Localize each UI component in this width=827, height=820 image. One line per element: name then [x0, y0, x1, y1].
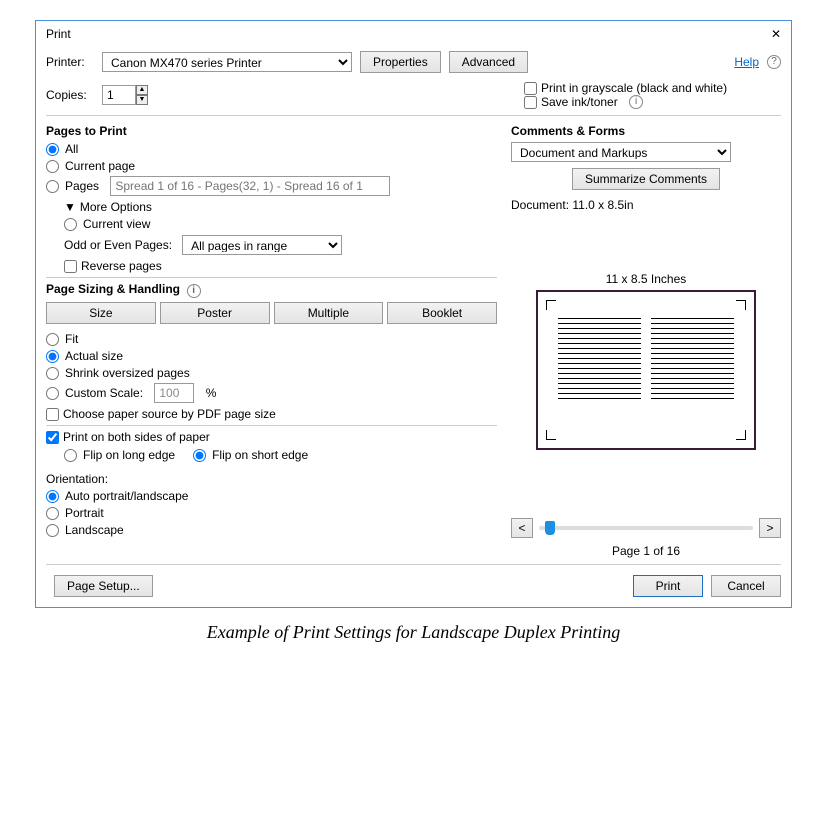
saveink-checkbox[interactable] [524, 96, 537, 109]
figure-caption: Example of Print Settings for Landscape … [10, 622, 817, 643]
orientation-label: Orientation: [46, 472, 497, 486]
preview-slider[interactable] [539, 526, 753, 530]
saveink-check-row[interactable]: Save ink/toner i [524, 95, 727, 109]
shrink-radio[interactable] [46, 367, 59, 380]
comments-forms-select[interactable]: Document and Markups [511, 142, 731, 162]
poster-button[interactable]: Poster [160, 302, 270, 324]
orient-portrait-radio[interactable] [46, 507, 59, 520]
properties-button[interactable]: Properties [360, 51, 441, 73]
window-title: Print [46, 27, 71, 41]
crop-mark-icon [736, 430, 746, 440]
preview-prev-button[interactable]: < [511, 518, 533, 538]
more-options-toggle[interactable]: ▼More Options [64, 200, 497, 214]
orient-landscape-radio[interactable] [46, 524, 59, 537]
printer-label: Printer: [46, 55, 94, 69]
size-button[interactable]: Size [46, 302, 156, 324]
preview-next-button[interactable]: > [759, 518, 781, 538]
document-dimensions: Document: 11.0 x 8.5in [511, 198, 781, 212]
flip-long-radio[interactable] [64, 449, 77, 462]
pages-all-radio[interactable] [46, 143, 59, 156]
sizing-title: Page Sizing & Handling i [46, 282, 497, 298]
titlebar: Print ✕ [36, 21, 791, 47]
page-setup-button[interactable]: Page Setup... [54, 575, 153, 597]
pages-to-print-title: Pages to Print [46, 124, 497, 138]
crop-mark-icon [736, 300, 746, 310]
copies-input[interactable] [102, 85, 136, 105]
copies-up-icon[interactable]: ▲ [136, 85, 148, 95]
current-view-radio[interactable] [64, 218, 77, 231]
help-link[interactable]: Help [734, 55, 759, 69]
custom-radio[interactable] [46, 387, 59, 400]
summarize-button[interactable]: Summarize Comments [572, 168, 720, 190]
printer-select[interactable]: Canon MX470 series Printer [102, 52, 352, 72]
sizing-info-icon[interactable]: i [187, 284, 201, 298]
slider-thumb-icon[interactable] [545, 521, 555, 535]
multiple-button[interactable]: Multiple [274, 302, 384, 324]
crop-mark-icon [546, 300, 556, 310]
pages-current-radio[interactable] [46, 160, 59, 173]
duplex-checkbox[interactable] [46, 431, 59, 444]
cancel-button[interactable]: Cancel [711, 575, 781, 597]
copies-down-icon[interactable]: ▼ [136, 95, 148, 105]
preview-dimensions: 11 x 8.5 Inches [511, 272, 781, 286]
comments-forms-title: Comments & Forms [511, 124, 781, 138]
print-preview [536, 290, 756, 450]
help-info-icon[interactable]: ? [767, 55, 781, 69]
orient-auto-radio[interactable] [46, 490, 59, 503]
print-dialog: Print ✕ Printer: Canon MX470 series Prin… [35, 20, 792, 608]
advanced-button[interactable]: Advanced [449, 51, 528, 73]
grayscale-checkbox[interactable] [524, 82, 537, 95]
custom-scale-input[interactable] [154, 383, 194, 403]
grayscale-check-row[interactable]: Print in grayscale (black and white) [524, 81, 727, 95]
close-icon[interactable]: ✕ [771, 27, 781, 41]
pages-range-input[interactable] [110, 176, 390, 196]
flip-short-radio[interactable] [193, 449, 206, 462]
pages-range-radio[interactable] [46, 180, 59, 193]
actual-radio[interactable] [46, 350, 59, 363]
copies-label: Copies: [46, 88, 94, 102]
crop-mark-icon [546, 430, 556, 440]
print-button[interactable]: Print [633, 575, 703, 597]
booklet-button[interactable]: Booklet [387, 302, 497, 324]
page-indicator: Page 1 of 16 [511, 544, 781, 558]
choose-source-checkbox[interactable] [46, 408, 59, 421]
odd-even-select[interactable]: All pages in range [182, 235, 342, 255]
odd-even-label: Odd or Even Pages: [64, 238, 172, 252]
fit-radio[interactable] [46, 333, 59, 346]
reverse-checkbox[interactable] [64, 260, 77, 273]
saveink-info-icon[interactable]: i [629, 95, 643, 109]
